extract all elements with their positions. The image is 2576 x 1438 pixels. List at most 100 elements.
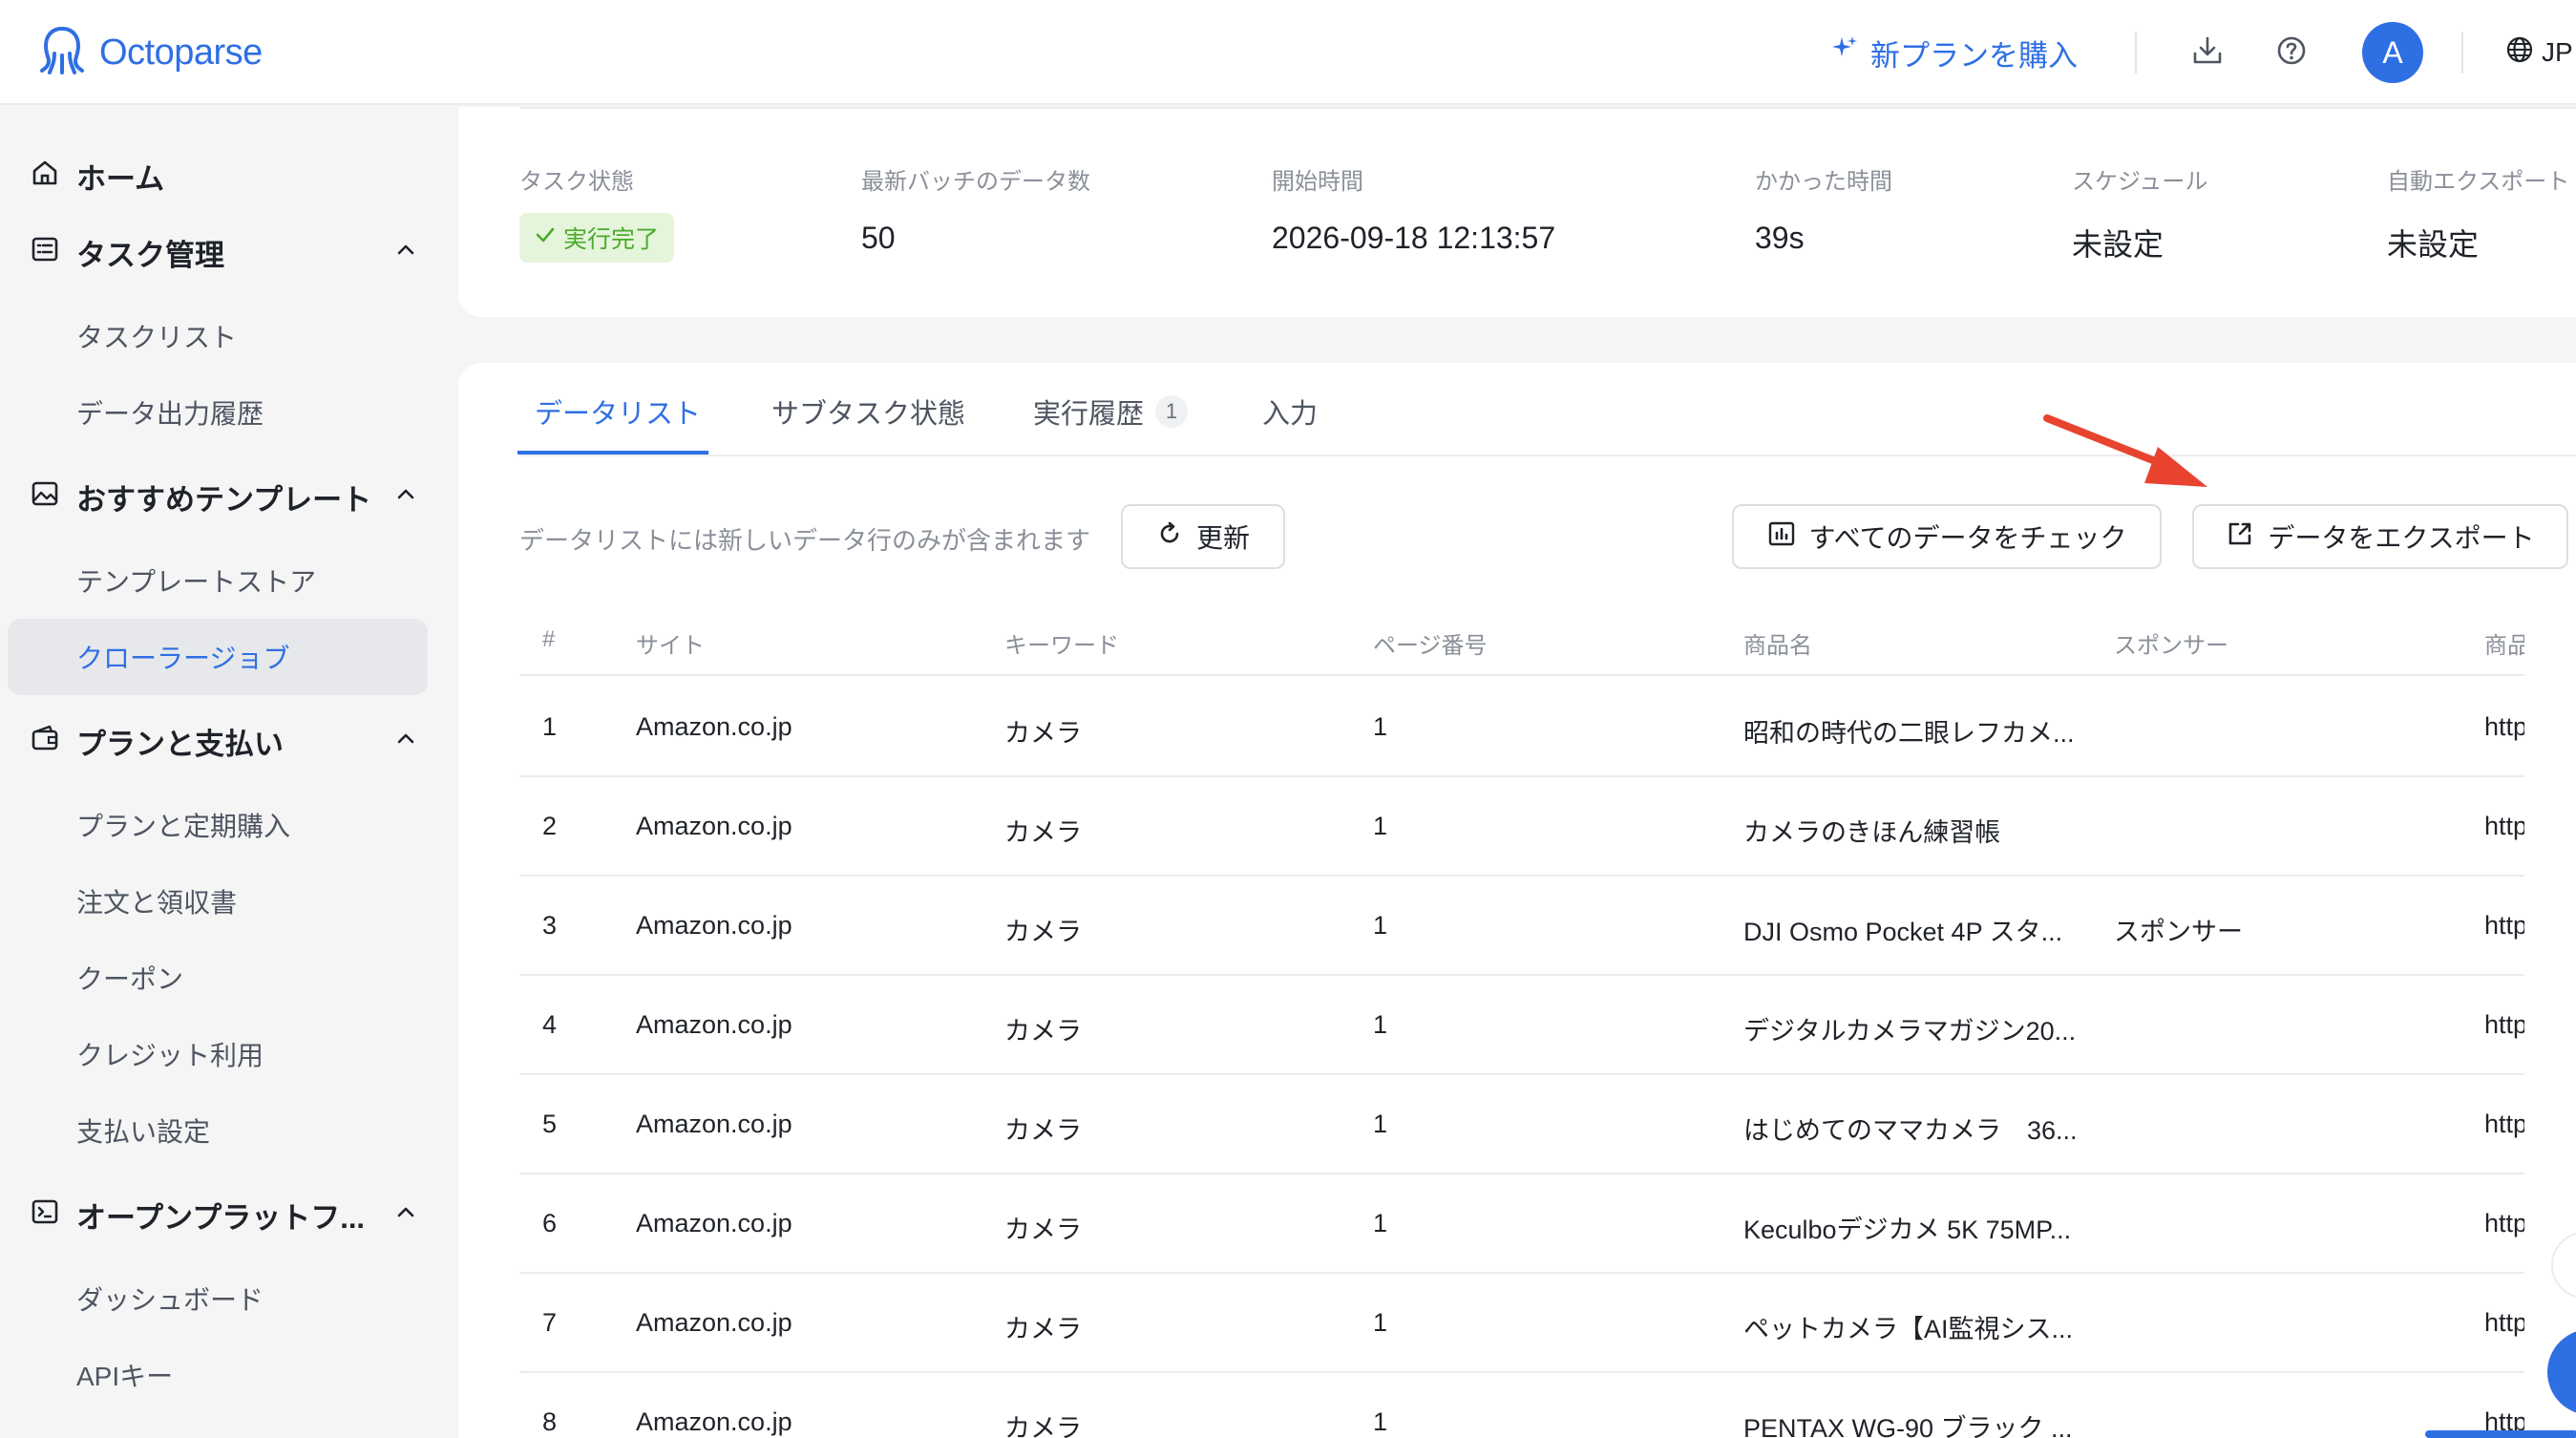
table-cell: カメラ [1004, 1216, 1082, 1244]
table-cell: 3 [542, 911, 558, 940]
table-cell: 7 [542, 1308, 558, 1337]
table-cell: http [2484, 1209, 2524, 1237]
table-cell: 1 [1373, 1010, 1388, 1039]
sidebar-item-api-key[interactable]: APIキー [76, 1356, 173, 1394]
table-cell: Keculboデジカメ 5K 75MP... [1743, 1216, 2072, 1244]
stat-label: 開始時間 [1272, 169, 1363, 195]
table-cell: 2 [542, 812, 558, 840]
table-cell: 1 [1373, 712, 1388, 741]
language-selector[interactable]: JP [2505, 35, 2576, 71]
table-cell: カメラ [1004, 1116, 1082, 1145]
logo[interactable]: Octoparse [38, 25, 263, 81]
chevron-up-icon[interactable] [393, 236, 418, 270]
table-cell: スポンサー [2114, 918, 2243, 946]
annotation-arrow [2043, 411, 2215, 501]
task-summary-card: タスク状態 実行完了 最新バッチのデータ数 50 開始時間 2026-09-18… [458, 107, 2576, 317]
chevron-up-icon[interactable] [393, 480, 418, 515]
top-header: Octoparse 新プランを購入 A JP [0, 0, 2576, 105]
table-cell: デジタルカメラマガジン20... [1743, 1017, 2077, 1046]
table-row[interactable]: 5 Amazon.co.jp カメラ 1 はじめてのママカメラ 36... http [519, 1075, 2524, 1174]
data-list-hint: データリストには新しいデータ行のみが含まれます [519, 526, 1091, 555]
table-cell: Amazon.co.jp [636, 1010, 792, 1039]
table-row[interactable]: 8 Amazon.co.jp カメラ 1 PENTAX WG-90 ブラック ... ht… [519, 1373, 2524, 1438]
table-cell: 5 [542, 1110, 558, 1138]
check-all-data-button[interactable]: すべてのデータをチェック [1732, 504, 2162, 569]
column-header: 商品 [2484, 633, 2524, 659]
sidebar-item-crawler-jobs[interactable]: クローラージョブ [76, 638, 289, 676]
export-label: データをエクスポート [2268, 523, 2535, 553]
chevron-up-icon[interactable] [393, 725, 418, 759]
table-cell: Amazon.co.jp [636, 1110, 792, 1138]
table-row[interactable]: 4 Amazon.co.jp カメラ 1 デジタルカメラマガジン20... http [519, 976, 2524, 1075]
table-cell: Amazon.co.jp [636, 1209, 792, 1237]
table-row[interactable]: 3 Amazon.co.jp カメラ 1 DJI Osmo Pocket 4P スタ..… [519, 877, 2524, 976]
table-cell: 4 [542, 1010, 558, 1039]
table-cell: はじめてのママカメラ 36... [1743, 1116, 2078, 1145]
refresh-label: 更新 [1195, 523, 1250, 553]
sidebar-group-templates[interactable]: おすすめテンプレート [31, 476, 414, 518]
avatar[interactable]: A [2362, 22, 2423, 83]
sidebar-group-open-platform[interactable]: オープンプラットフ... [31, 1194, 414, 1237]
table-row[interactable]: 1 Amazon.co.jp カメラ 1 昭和の時代の二眼レフカメ... http [519, 678, 2524, 777]
stat-elapsed: かかった時間 39s [1755, 162, 1892, 256]
export-data-button[interactable]: データをエクスポート [2192, 504, 2568, 569]
language-label: JP [2542, 37, 2573, 67]
table-cell: カメラ [1004, 1017, 1082, 1046]
tab-input[interactable]: 入力 [1262, 391, 1318, 432]
table-row[interactable]: 2 Amazon.co.jp カメラ 1 カメラのきほん練習帳 http [519, 777, 2524, 877]
buy-plan-label: 新プランを購入 [1870, 38, 2078, 73]
help-icon [2275, 34, 2308, 72]
download-icon [2191, 34, 2224, 72]
horizontal-scrollbar[interactable] [2425, 1430, 2576, 1438]
help-button[interactable] [2249, 0, 2333, 105]
table-cell: http [2484, 712, 2524, 741]
sidebar-item-orders[interactable]: 注文と領収書 [76, 882, 237, 920]
table-cell: 1 [1373, 911, 1388, 940]
table-cell: カメラ [1004, 1414, 1082, 1438]
table-cell: 8 [542, 1407, 558, 1436]
sidebar-item-coupons[interactable]: クーポン [76, 959, 183, 997]
sidebar-item-credit-usage[interactable]: クレジット利用 [76, 1035, 264, 1073]
tab-data-list[interactable]: データリスト [535, 391, 701, 432]
sidebar-label: プランと支払い [76, 728, 284, 761]
chevron-up-icon[interactable] [393, 1198, 418, 1233]
sidebar-item-export-history[interactable]: データ出力履歴 [76, 393, 264, 432]
sidebar-item-plan-subscription[interactable]: プランと定期購入 [76, 806, 290, 844]
table-cell: http [2484, 1308, 2524, 1337]
check-icon [535, 224, 556, 252]
refresh-button[interactable]: 更新 [1121, 504, 1285, 569]
table-cell: カメラ [1004, 818, 1082, 847]
stat-label: タスク状態 [519, 169, 634, 195]
tab-subtask-status[interactable]: サブタスク状態 [771, 391, 965, 432]
stat-value: 未設定 [2072, 227, 2164, 262]
header-divider [2135, 32, 2137, 74]
table-cell: 昭和の時代の二眼レフカメ... [1743, 719, 2075, 748]
sidebar-item-dashboard[interactable]: ダッシュボード [76, 1279, 264, 1318]
table-cell: DJI Osmo Pocket 4P スタ... [1743, 918, 2063, 946]
sidebar-item-payment-settings[interactable]: 支払い設定 [76, 1111, 210, 1150]
column-header: 商品名 [1743, 633, 1812, 659]
column-header: スポンサー [2114, 633, 2228, 659]
table-cell: カメラ [1004, 1315, 1082, 1343]
sidebar-label: ホーム [76, 162, 165, 196]
stat-auto-export: 自動エクスポート 未設定 [2387, 162, 2569, 264]
table-cell: 1 [1373, 1110, 1388, 1138]
task-list-icon [31, 235, 59, 271]
sidebar-group-plans[interactable]: プランと支払い [31, 720, 414, 763]
sidebar-item-home[interactable]: ホーム [31, 155, 412, 198]
stat-label: スケジュール [2072, 169, 2208, 195]
table-cell: 1 [1373, 1407, 1388, 1436]
table-cell: 1 [1373, 1308, 1388, 1337]
table-cell: ペットカメラ【AI監視シス... [1743, 1315, 2074, 1343]
table-row[interactable]: 7 Amazon.co.jp カメラ 1 ペットカメラ【AI監視シス... http [519, 1274, 2524, 1373]
sidebar-item-task-list[interactable]: タスクリスト [76, 317, 237, 355]
sidebar: ホーム タスク管理 タスクリスト データ出力履歴 おすすめテンプレート テンプレ… [0, 107, 456, 1438]
table-row[interactable]: 6 Amazon.co.jp カメラ 1 Keculboデジカメ 5K 75MP... h… [519, 1174, 2524, 1274]
tab-run-history[interactable]: 実行履歴 1 [1033, 391, 1189, 432]
buy-plan-link[interactable]: 新プランを購入 [1830, 32, 2078, 74]
sidebar-group-task-management[interactable]: タスク管理 [31, 231, 414, 274]
table-cell: カメラ [1004, 918, 1082, 946]
stat-label: かかった時間 [1755, 169, 1892, 195]
sidebar-item-template-store[interactable]: テンプレートストア [76, 561, 316, 600]
download-button[interactable] [2165, 0, 2249, 105]
